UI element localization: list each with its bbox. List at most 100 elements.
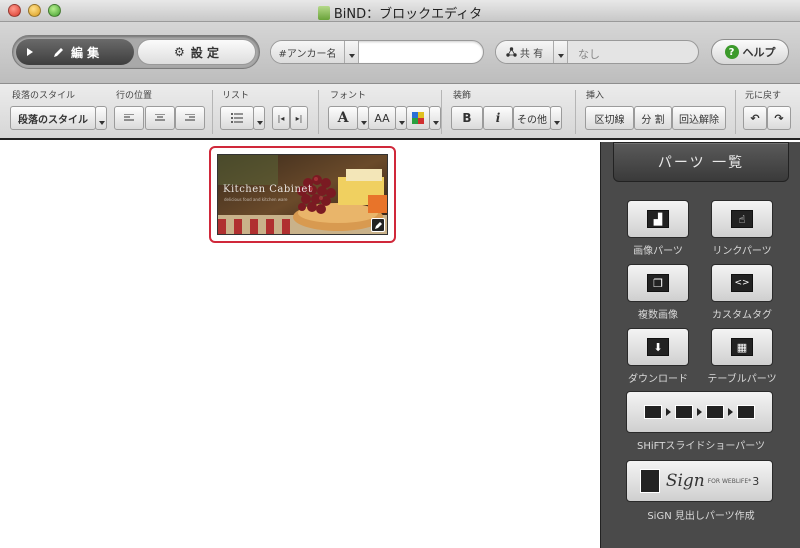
custom-tag-label: カスタムタグ <box>712 310 772 321</box>
undo-icon: ↶ <box>750 111 760 125</box>
decoration-group-label: 装飾 <box>453 91 472 101</box>
wrap-release-button[interactable]: 回込解除 <box>672 106 726 130</box>
app-icon <box>317 6 330 20</box>
title-bar: BiND：ブロックエディタ <box>0 0 800 22</box>
share-dropdown[interactable] <box>554 41 568 63</box>
shift-slideshow-label: SHiFTスライドショーパーツ <box>636 441 766 452</box>
link-part-button[interactable]: ☝ <box>711 200 773 238</box>
link-part-label: リンクパーツ <box>712 246 772 257</box>
edit-image-icon[interactable] <box>371 218 385 232</box>
redo-button[interactable]: ↷ <box>767 106 791 130</box>
section-line-button[interactable]: 区切線 <box>585 106 634 130</box>
table-part-button[interactable]: ▦ <box>711 328 773 366</box>
anchor-name-field: #アンカー名 <box>270 40 484 64</box>
sign-heading-label: SiGN 見出しパーツ作成 <box>647 511 755 522</box>
image-part-button[interactable]: ▟ <box>627 200 689 238</box>
insert-group-label: 挿入 <box>586 91 605 101</box>
divider <box>318 90 319 134</box>
other-decoration-dropdown[interactable] <box>550 106 562 130</box>
slide-image-icon <box>644 405 662 419</box>
sign-heading-button[interactable]: Sign FOR WEBLIFE* 3 <box>626 460 773 502</box>
share-label-text: 共 有 <box>519 48 544 60</box>
multi-image-button[interactable]: ❐ <box>627 264 689 302</box>
font-size-button[interactable]: AA <box>368 106 396 130</box>
window-title: BiND：ブロックエディタ <box>0 3 800 22</box>
share-icon <box>506 47 517 57</box>
align-center-button[interactable] <box>145 106 175 130</box>
shift-slideshow-button[interactable] <box>626 391 773 433</box>
outdent-icon: |◂ <box>277 113 285 123</box>
custom-tag-button[interactable]: <> <box>711 264 773 302</box>
list-icon <box>231 113 243 123</box>
sign-logo-sub: FOR WEBLIFE* <box>707 477 752 485</box>
parts-panel-header: パーツ 一覧 <box>613 142 789 182</box>
custom-tag-item[interactable]: <> カスタムタグ <box>697 264 787 321</box>
image-part-item[interactable]: ▟ 画像パーツ <box>613 200 703 257</box>
outdent-button[interactable]: |◂ <box>272 106 290 130</box>
slide-image-icon <box>675 405 693 419</box>
play-icon <box>27 48 33 56</box>
split-button[interactable]: 分 割 <box>634 106 672 130</box>
align-right-button[interactable] <box>175 106 205 130</box>
download-button[interactable]: ⬇ <box>627 328 689 366</box>
anchor-dropdown[interactable] <box>345 41 359 63</box>
align-left-button[interactable] <box>114 106 144 130</box>
list-group-label: リスト <box>222 91 250 101</box>
help-icon: ? <box>724 45 739 59</box>
photo-title: Kitchen Cabinet <box>223 184 313 195</box>
image-part-label: 画像パーツ <box>633 246 683 257</box>
paragraph-style-group-label: 段落のスタイル <box>12 91 76 101</box>
sign-logo-version: 3 <box>752 474 760 488</box>
color-palette-icon <box>412 112 424 124</box>
download-item[interactable]: ⬇ ダウンロード <box>613 328 703 385</box>
undo-group-label: 元に戻す <box>745 91 782 101</box>
multi-image-label: 複数画像 <box>638 310 678 321</box>
divider <box>575 90 576 134</box>
edit-mode-button[interactable]: 編 集 <box>16 39 134 65</box>
window-title-text: BiND：ブロックエディタ <box>333 7 483 22</box>
multi-image-icon: ❐ <box>647 274 669 292</box>
main-toolbar: 編 集 ⚙ 設 定 #アンカー名 共 有 なし ? ヘルプ <box>0 22 800 84</box>
align-center-icon <box>155 114 165 121</box>
arrow-right-icon <box>728 408 733 416</box>
selected-image-part[interactable]: Kitchen Cabinet delicious food and kitch… <box>209 146 396 243</box>
color-button[interactable] <box>406 106 430 130</box>
paragraph-style-dropdown[interactable] <box>95 106 107 130</box>
image-icon: ▟ <box>647 210 669 228</box>
paragraph-style-button[interactable]: 段落のスタイル <box>10 106 96 130</box>
mode-switch: 編 集 ⚙ 設 定 <box>12 35 260 69</box>
align-right-icon <box>185 114 195 121</box>
share-field: 共 有 なし <box>495 40 699 64</box>
download-icon: ⬇ <box>647 338 669 356</box>
table-icon: ▦ <box>731 338 753 356</box>
sign-logo: Sign <box>665 471 705 491</box>
settings-mode-button[interactable]: ⚙ 設 定 <box>137 39 256 65</box>
slide-image-icon <box>706 405 724 419</box>
download-label: ダウンロード <box>628 374 688 385</box>
pencil-icon <box>54 48 63 57</box>
photo-subtitle: delicious food and kitchen ware <box>224 197 288 202</box>
indent-button[interactable]: ▸| <box>290 106 308 130</box>
help-button[interactable]: ? ヘルプ <box>711 39 789 65</box>
italic-button[interactable]: i <box>483 106 513 130</box>
list-button[interactable] <box>220 106 254 130</box>
divider <box>212 90 213 134</box>
format-bar: 段落のスタイル 段落のスタイル 行の位置 リスト |◂ ▸| フォント A AA… <box>0 84 800 140</box>
share-value: なし <box>578 48 600 61</box>
multi-image-item[interactable]: ❐ 複数画像 <box>613 264 703 321</box>
font-button[interactable]: A <box>328 106 358 130</box>
bold-button[interactable]: B <box>451 106 483 130</box>
list-dropdown[interactable] <box>253 106 265 130</box>
link-part-item[interactable]: ☝ リンクパーツ <box>697 200 787 257</box>
arrow-right-icon <box>666 408 671 416</box>
other-decoration-button[interactable]: その他 <box>513 106 551 130</box>
parts-panel: パーツ 一覧 ▟ 画像パーツ ☝ リンクパーツ ❐ 複数画像 <> カスタムタグ… <box>600 142 800 548</box>
arrow-right-icon <box>697 408 702 416</box>
undo-button[interactable]: ↶ <box>743 106 767 130</box>
editor-canvas[interactable]: Kitchen Cabinet delicious food and kitch… <box>0 142 600 548</box>
indent-icon: ▸| <box>295 113 303 123</box>
color-dropdown[interactable] <box>429 106 441 130</box>
sign-document-icon <box>639 469 660 493</box>
slide-image-icon <box>737 405 755 419</box>
table-part-item[interactable]: ▦ テーブルパーツ <box>697 328 787 385</box>
